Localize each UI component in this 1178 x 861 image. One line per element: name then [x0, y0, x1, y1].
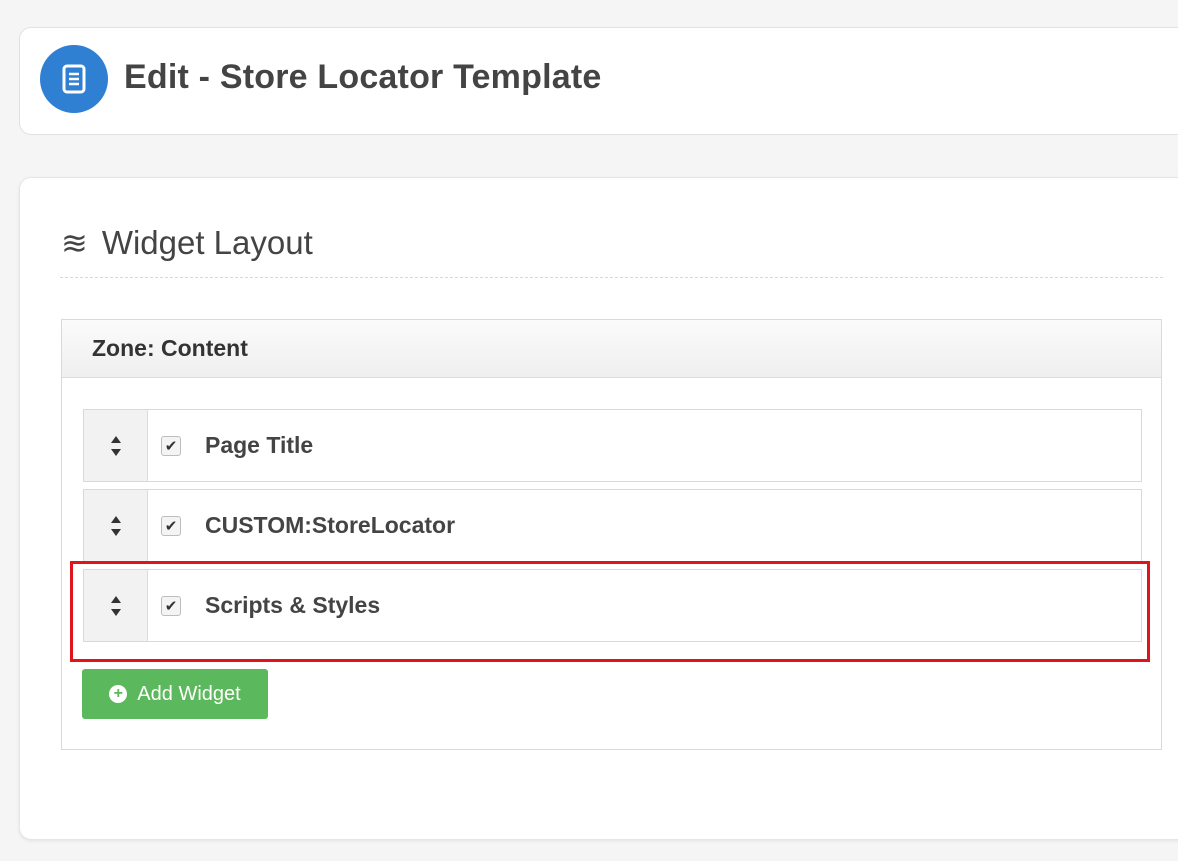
section-divider — [60, 277, 1163, 278]
sort-icon — [110, 595, 121, 616]
widget-row-scripts-styles: ✔ Scripts & Styles — [83, 569, 1142, 642]
widget-label: CUSTOM:StoreLocator — [205, 512, 456, 538]
drag-handle[interactable] — [84, 490, 148, 561]
page-title: Edit - Store Locator Template — [124, 58, 602, 96]
wave-lines-icon: ≋ — [61, 225, 88, 261]
drag-handle[interactable] — [84, 570, 148, 641]
widget-checkbox[interactable]: ✔ — [161, 435, 181, 456]
widget-label: Scripts & Styles — [205, 592, 381, 618]
widget-label: Page Title — [205, 432, 314, 458]
add-widget-button[interactable]: + Add Widget — [82, 669, 268, 719]
widget-layout-panel: ≋ Widget Layout Zone: Content ✔ Page Tit… — [19, 177, 1178, 840]
sort-icon — [110, 435, 121, 456]
widget-checkbox[interactable]: ✔ — [161, 595, 181, 616]
section-title: ≋ Widget Layout — [61, 224, 313, 262]
widget-row-store-locator: ✔ CUSTOM:StoreLocator — [83, 489, 1142, 562]
add-widget-label: Add Widget — [137, 682, 241, 705]
zone-header: Zone: Content — [62, 320, 1161, 378]
section-title-label: Widget Layout — [101, 224, 313, 261]
plus-circle-icon: + — [109, 685, 128, 703]
drag-handle[interactable] — [84, 410, 148, 481]
sort-icon — [110, 515, 121, 536]
widget-checkbox[interactable]: ✔ — [161, 515, 181, 536]
document-icon — [40, 45, 108, 113]
widget-row-page-title: ✔ Page Title — [83, 409, 1142, 482]
page-header: Edit - Store Locator Template — [19, 27, 1178, 135]
